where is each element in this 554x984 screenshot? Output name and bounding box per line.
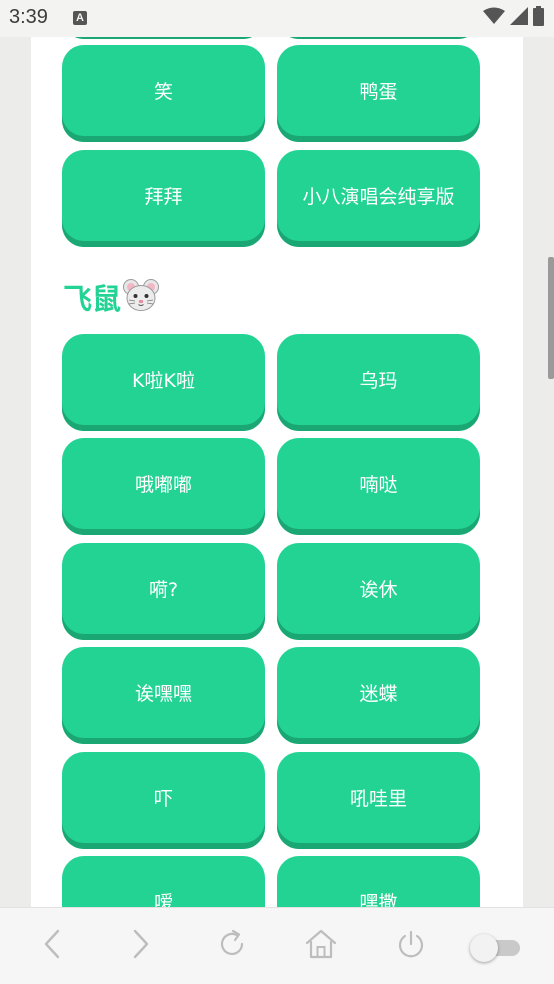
refresh-button[interactable] — [214, 928, 250, 964]
sound-button-baibai[interactable]: 拜拜 — [62, 150, 265, 247]
sound-button-kala[interactable]: K啦K啦 — [62, 334, 265, 431]
status-time: 3:39 — [9, 6, 48, 28]
sound-button-ai[interactable]: 嗳 — [62, 856, 265, 907]
sound-button-aiheihei[interactable]: 诶嘿嘿 — [62, 647, 265, 744]
screen: 3:39 A 笑 鸭蛋 拜拜 小八演唱会纯享版 飞鼠 K啦K啦 乌玛 哦嘟嘟 喃… — [0, 0, 554, 984]
home-button[interactable] — [303, 928, 339, 964]
home-icon — [304, 928, 338, 964]
power-button[interactable] — [393, 928, 429, 964]
sound-button-wuma[interactable]: 乌玛 — [277, 334, 480, 431]
status-icons — [483, 6, 544, 30]
battery-icon — [533, 6, 544, 30]
forward-button[interactable] — [123, 928, 159, 964]
section-title: 飞鼠 — [63, 275, 160, 319]
back-button[interactable] — [34, 928, 70, 964]
sound-button-aixiu[interactable]: 诶休 — [277, 543, 480, 640]
sound-button-heisa[interactable]: 嘿撒 — [277, 856, 480, 907]
sound-button-he[interactable]: 嗬? — [62, 543, 265, 640]
sound-button-houwali[interactable]: 吼哇里 — [277, 752, 480, 849]
status-bar: 3:39 A — [0, 0, 554, 37]
sound-button-nanda[interactable]: 喃哒 — [277, 438, 480, 535]
signal-icon — [510, 7, 528, 29]
sound-button-xia[interactable]: 吓 — [62, 752, 265, 849]
forward-icon — [131, 929, 151, 963]
bottom-nav — [0, 907, 554, 984]
sound-button[interactable] — [277, 37, 480, 39]
sound-button-midie[interactable]: 迷蝶 — [277, 647, 480, 744]
sound-button-concert[interactable]: 小八演唱会纯享版 — [277, 150, 480, 247]
page-panel: 笑 鸭蛋 拜拜 小八演唱会纯享版 飞鼠 K啦K啦 乌玛 哦嘟嘟 喃哒 嗬? 诶休… — [31, 37, 523, 907]
toggle-knob — [470, 934, 498, 962]
notification-icon: A — [73, 11, 87, 25]
sound-button-yadan[interactable]: 鸭蛋 — [277, 45, 480, 142]
mouse-icon — [123, 278, 160, 316]
wifi-icon — [483, 7, 505, 29]
refresh-icon — [216, 928, 248, 964]
sound-button[interactable] — [62, 37, 265, 39]
sound-button-xiao[interactable]: 笑 — [62, 45, 265, 142]
back-icon — [42, 929, 62, 963]
power-icon — [395, 928, 427, 964]
scrollbar-thumb[interactable] — [548, 257, 554, 379]
section-title-text: 飞鼠 — [63, 282, 122, 316]
toggle-switch[interactable] — [470, 934, 522, 962]
sound-button-odudu[interactable]: 哦嘟嘟 — [62, 438, 265, 535]
